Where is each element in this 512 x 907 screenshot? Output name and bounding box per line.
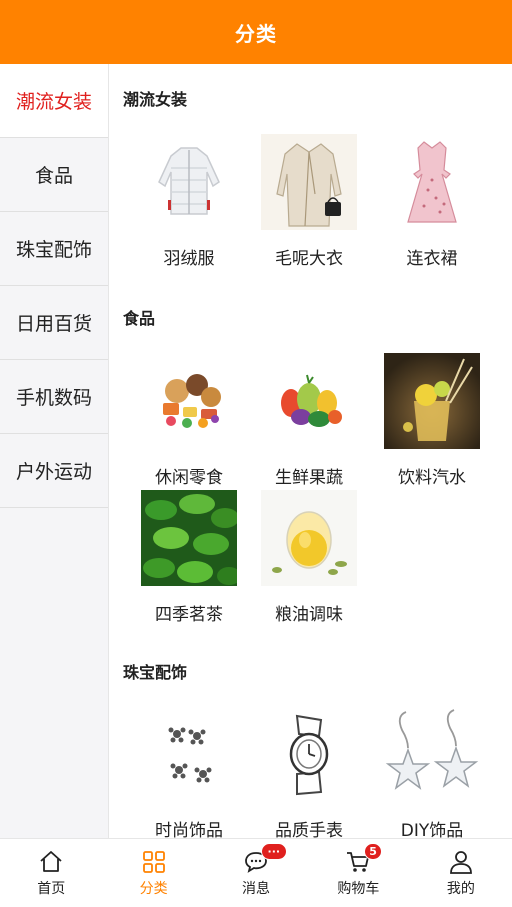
category-item-drinks[interactable]: 饮料汽水 <box>372 353 492 488</box>
tab-label: 我的 <box>446 880 475 897</box>
category-item-snacks[interactable]: 休闲零食 <box>129 353 249 488</box>
earring-studs-image <box>141 706 237 802</box>
tab-home[interactable]: 首页 <box>0 839 102 907</box>
tab-label: 首页 <box>37 880 66 897</box>
cooking-oil-image <box>261 490 357 586</box>
drinks-image <box>384 353 480 449</box>
watch-image <box>261 706 357 802</box>
tea-leaves-image <box>141 490 237 586</box>
bottom-tab-bar: 首页 分类 消息 ··· 购物车 5 我的 <box>0 838 512 907</box>
tab-messages[interactable]: 消息 ··· <box>205 839 307 907</box>
category-item-label: 休闲零食 <box>155 468 223 488</box>
cart-count-badge: 5 <box>364 843 382 860</box>
category-item-label: 生鲜果蔬 <box>275 468 343 488</box>
section-title: 珠宝配饰 <box>123 663 188 682</box>
tab-cart[interactable]: 购物车 5 <box>307 839 409 907</box>
sidebar-item-daily-goods[interactable]: 日用百货 <box>0 286 108 360</box>
sidebar-item-food[interactable]: 食品 <box>0 138 108 212</box>
category-item-label: 时尚饰品 <box>155 821 223 838</box>
snacks-image <box>141 353 237 449</box>
message-badge: ··· <box>260 843 287 860</box>
sidebar-item-outdoor[interactable]: 户外运动 <box>0 434 108 508</box>
category-item-wool-coat[interactable]: 毛呢大衣 <box>249 134 369 269</box>
category-item-tea[interactable]: 四季茗茶 <box>129 490 249 625</box>
category-item-label: 粮油调味 <box>275 605 343 625</box>
category-sidebar: 潮流女装 食品 珠宝配饰 日用百货 手机数码 户外运动 <box>0 64 109 838</box>
category-item-fashion-accessories[interactable]: 时尚饰品 <box>129 706 249 838</box>
category-item-label: 饮料汽水 <box>398 468 466 488</box>
sidebar-item-digital[interactable]: 手机数码 <box>0 360 108 434</box>
category-item-down-jacket[interactable]: 羽绒服 <box>129 134 249 269</box>
tab-label: 购物车 <box>337 880 380 897</box>
tab-category[interactable]: 分类 <box>102 839 204 907</box>
section-title: 食品 <box>123 309 156 328</box>
category-icon <box>142 850 165 873</box>
page-header: 分类 <box>0 0 512 64</box>
down-jacket-image <box>141 134 237 230</box>
category-item-label: 毛呢大衣 <box>275 249 343 269</box>
dress-image <box>384 134 480 230</box>
category-item-watch[interactable]: 品质手表 <box>249 706 369 838</box>
tab-label: 分类 <box>139 880 168 897</box>
page-title: 分类 <box>235 21 277 46</box>
tab-profile[interactable]: 我的 <box>410 839 512 907</box>
category-item-label: 品质手表 <box>275 821 343 838</box>
category-item-label: 四季茗茶 <box>155 605 223 625</box>
profile-icon <box>449 850 472 874</box>
category-content: 潮流女装 羽绒服 毛呢大衣 连衣裙 食品 休闲零食 生鲜果蔬 饮料汽水 四季茗茶… <box>109 64 512 838</box>
category-item-dress[interactable]: 连衣裙 <box>372 134 492 269</box>
category-item-diy-jewelry[interactable]: DIY饰品 <box>372 706 492 838</box>
sidebar-item-fashion-women[interactable]: 潮流女装 <box>0 64 108 138</box>
sidebar-item-jewelry[interactable]: 珠宝配饰 <box>0 212 108 286</box>
category-item-label: 羽绒服 <box>163 249 215 269</box>
star-earrings-image <box>384 706 480 802</box>
tab-label: 消息 <box>242 880 271 897</box>
category-item-label: DIY饰品 <box>400 821 464 838</box>
fruits-vegetables-image <box>261 353 357 449</box>
category-item-fruits[interactable]: 生鲜果蔬 <box>249 353 369 488</box>
category-item-label: 连衣裙 <box>406 249 458 269</box>
wool-coat-image <box>261 134 357 230</box>
section-title: 潮流女装 <box>123 90 188 109</box>
category-item-cooking-oil[interactable]: 粮油调味 <box>249 490 369 625</box>
home-icon <box>40 850 62 872</box>
